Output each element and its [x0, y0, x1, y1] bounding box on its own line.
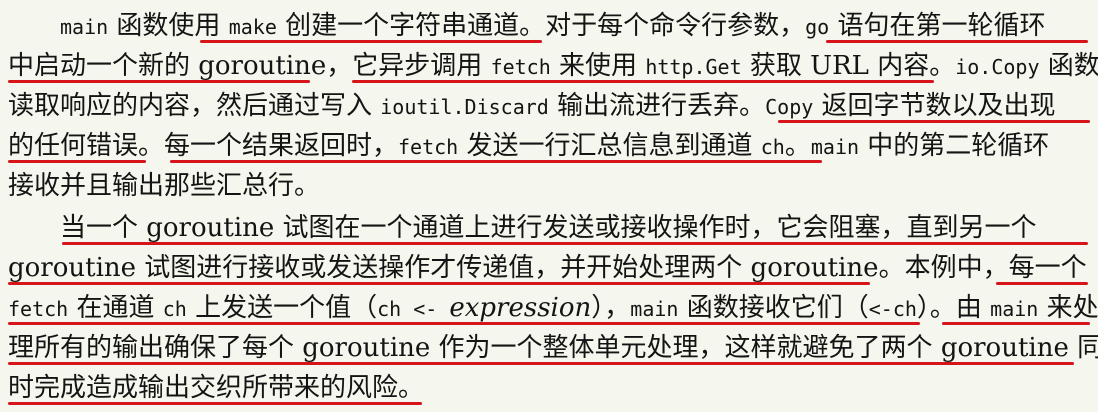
text-line: 的任何错误。每一个结果返回时，fetch 发送一行汇总信息到通道 ch。main… [0, 126, 1098, 166]
text-segment: 当一个 goroutine 试图在一个通道上进行发送或接收操作时，它会阻塞，直到… [60, 213, 1037, 243]
text-segment: ）， [591, 293, 631, 323]
text-segment: 来使用 [550, 51, 646, 81]
text-segment: 上发送一个值（ [186, 293, 378, 323]
red-underline [8, 160, 146, 163]
text-segment: 来处 [1038, 293, 1098, 323]
text-segment: ch <- [377, 297, 450, 321]
text-line: goroutine 试图进行接收或发送操作才传递值，并开始处理两个 gorout… [0, 248, 1098, 288]
text-line: 中启动一个新的 goroutine，它异步调用 fetch 来使用 http.G… [0, 46, 1098, 86]
text-segment: 的任何错误。每一个结果返回时， [8, 131, 399, 161]
text-line: main 函数使用 make 创建一个字符串通道。对于每个命令行参数，go 语句… [0, 6, 1098, 46]
text-segment: fetch [398, 135, 459, 159]
text-segment: 创建一个字符串通道。对于每个命令行参数， [276, 11, 806, 41]
red-underline [8, 362, 1074, 365]
text-segment: 获取 URL 内容。 [741, 51, 956, 81]
red-underline [996, 282, 1088, 285]
text-segment: main [60, 15, 109, 39]
text-segment: 。 [784, 131, 811, 161]
text-segment: 函数 [1039, 51, 1098, 81]
text-segment: ch [760, 135, 785, 159]
text-segment: 理所有的输出确保了每个 goroutine 作为一个整体单元处理，这样就避免了两… [8, 333, 1098, 363]
red-underline [200, 40, 542, 43]
text-segment: ）。由 [916, 293, 991, 323]
red-underline [352, 80, 934, 83]
text-segment: 时完成造成输出交织所带来的风险。 [8, 373, 425, 403]
text-segment: main [630, 297, 679, 321]
text-segment: http.Get [645, 55, 742, 79]
paragraph-1: main 函数使用 make 创建一个字符串通道。对于每个命令行参数，go 语句… [0, 6, 1098, 206]
text-line: fetch 在通道 ch 上发送一个值（ch <- expression），ma… [0, 288, 1098, 328]
text-segment: 返回字节数以及出现 [813, 91, 1056, 121]
red-underline [62, 242, 1088, 245]
text-line: 读取响应的内容，然后通过写入 ioutil.Discard 输出流进行丢弃。Co… [0, 86, 1098, 126]
text-segment: 接收并且输出那些汇总行。 [8, 171, 321, 201]
text-segment: 读取响应的内容，然后通过写入 [8, 91, 381, 121]
red-underline [8, 402, 422, 405]
text-line: 时完成造成输出交织所带来的风险。 [0, 368, 1098, 408]
text-segment: expression [449, 293, 592, 323]
red-underline [8, 282, 870, 285]
text-segment: io.Copy [955, 55, 1040, 79]
text-segment: make [228, 15, 277, 39]
red-underline [826, 40, 1088, 43]
red-underline [170, 160, 822, 163]
text-segment: 中启动一个新的 goroutine，它异步调用 [8, 51, 491, 81]
paragraph-2: 当一个 goroutine 试图在一个通道上进行发送或接收操作时，它会阻塞，直到… [0, 208, 1098, 408]
text-line: 理所有的输出确保了每个 goroutine 作为一个整体单元处理，这样就避免了两… [0, 328, 1098, 368]
text-segment: go [805, 15, 830, 39]
text-segment: main [990, 297, 1039, 321]
text-segment: 语句在第一轮循环 [829, 11, 1046, 41]
red-underline [8, 322, 920, 325]
text-segment: 输出流进行丢弃。 [548, 91, 766, 121]
text-segment: ioutil.Discard [380, 95, 549, 119]
red-underline [778, 120, 1090, 123]
text-segment: 中的第二轮循环 [859, 131, 1050, 161]
text-segment: 函数接收它们（ [678, 293, 869, 323]
text-segment: ch [162, 297, 187, 321]
text-line: 当一个 goroutine 试图在一个通道上进行发送或接收操作时，它会阻塞，直到… [0, 208, 1098, 248]
red-underline [942, 322, 1090, 325]
book-page: main 函数使用 make 创建一个字符串通道。对于每个命令行参数，go 语句… [0, 0, 1098, 412]
red-underline [8, 80, 310, 83]
text-segment: main [810, 135, 860, 159]
text-segment: fetch [490, 55, 551, 79]
text-segment: 在通道 [68, 293, 163, 323]
text-segment: Copy [765, 95, 814, 119]
text-segment: <-ch [868, 297, 917, 321]
text-segment: 函数使用 [108, 11, 229, 41]
text-segment: 发送一行汇总信息到通道 [458, 131, 761, 161]
text-segment: goroutine 试图进行接收或发送操作才传递值，并开始处理两个 gorout… [8, 253, 1087, 283]
text-segment: fetch [8, 297, 69, 321]
text-line: 接收并且输出那些汇总行。 [0, 166, 1098, 206]
